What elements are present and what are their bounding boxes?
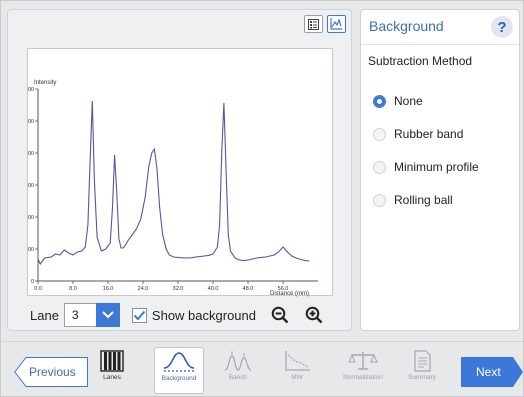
zoom-out-button[interactable]: [270, 305, 290, 325]
y-tick-label: 3200: [28, 215, 34, 221]
x-tick-label: 48.0: [243, 286, 254, 292]
step-summary[interactable]: Summary: [397, 347, 447, 394]
y-tick-label: 0: [31, 279, 34, 285]
radio-label-rubber-band: Rubber band: [394, 127, 464, 141]
radio-button-none[interactable]: [373, 94, 386, 108]
step-mw[interactable]: MW: [272, 347, 322, 394]
intensity-profile-line: [37, 100, 310, 266]
chart-area: Intensity Distance (mm) 0 1600 3200 4800 640…: [27, 48, 333, 297]
radio-label-minimum-profile: Minimum profile: [394, 160, 479, 174]
next-button-label: Next: [476, 365, 501, 379]
y-tick-label: 8000: [28, 119, 34, 125]
x-tick-label: 32.0: [173, 286, 184, 292]
panel-divider: [361, 44, 519, 45]
radio-option-rolling-ball[interactable]: Rolling ball: [373, 191, 453, 209]
radio-button-minimum-profile[interactable]: [373, 160, 386, 174]
zoom-out-icon: [271, 306, 289, 324]
line-chart-icon: [330, 18, 342, 30]
panel-title: Background: [369, 18, 444, 34]
lane-controls: Lane 3 Show background: [30, 302, 324, 328]
mw-icon: [285, 351, 310, 371]
radio-button-rolling-ball[interactable]: [373, 193, 386, 207]
y-tick-label: 9600: [28, 87, 34, 93]
y-tick-label: 6400: [28, 151, 34, 157]
summary-document-icon: [414, 350, 431, 372]
table-view-button[interactable]: [304, 15, 323, 33]
subtraction-method-label: Subtraction Method: [368, 54, 473, 68]
help-button[interactable]: ?: [491, 16, 513, 38]
zoom-in-button[interactable]: [304, 305, 324, 325]
lane-select[interactable]: 3: [63, 303, 120, 327]
x-tick-label: 40.0: [208, 286, 219, 292]
workflow-navigation-bar: Previous Lanes Background Bands MW Norma…: [1, 341, 523, 396]
chart-view-button[interactable]: [327, 15, 346, 33]
app-window: Intensity Distance (mm) 0 1600 3200 4800 640…: [0, 0, 524, 397]
x-tick-label: 0.0: [34, 286, 42, 292]
table-view-icon: [308, 18, 319, 30]
step-bands[interactable]: Bands: [213, 347, 263, 394]
step-normalization[interactable]: Normalization: [338, 347, 388, 394]
chart-panel: Intensity Distance (mm) 0 1600 3200 4800 640…: [7, 9, 352, 331]
step-normalization-label: Normalization: [343, 374, 383, 381]
intensity-profile-chart: Intensity Distance (mm) 0 1600 3200 4800 640…: [28, 80, 318, 297]
step-mw-label: MW: [291, 374, 303, 381]
lane-dropdown-button[interactable]: [95, 303, 120, 327]
step-background[interactable]: Background: [154, 347, 204, 394]
zoom-in-icon: [305, 306, 323, 324]
lane-label: Lane: [30, 307, 59, 323]
show-background-label: Show background: [151, 307, 256, 323]
y-tick-label: 1600: [28, 247, 34, 253]
radio-option-none[interactable]: None: [373, 92, 423, 110]
y-tick-label: 4800: [28, 183, 34, 189]
y-axis-label: Intensity: [34, 80, 56, 86]
next-button[interactable]: Next: [461, 357, 523, 387]
step-lanes[interactable]: Lanes: [87, 347, 137, 394]
bands-icon: [224, 351, 252, 371]
radio-option-rubber-band[interactable]: Rubber band: [373, 125, 463, 143]
background-step-icon: [163, 352, 195, 372]
x-tick-label: 24.0: [138, 286, 149, 292]
lanes-icon: [100, 350, 124, 372]
background-settings-panel: Background ? Subtraction Method None Rub…: [360, 9, 520, 331]
scale-icon: [348, 352, 378, 370]
radio-option-minimum-profile[interactable]: Minimum profile: [373, 158, 479, 176]
x-tick-label: 8.0: [69, 286, 77, 292]
x-tick-label: 16.0: [103, 286, 114, 292]
radio-label-none: None: [394, 94, 423, 108]
step-background-label: Background: [161, 375, 197, 382]
radio-label-rolling-ball: Rolling ball: [394, 193, 453, 207]
x-tick-label: 56.0: [278, 286, 289, 292]
x-axis-label: Distance (mm): [270, 291, 309, 297]
previous-button-label: Previous: [29, 365, 76, 379]
radio-button-rubber-band[interactable]: [373, 127, 386, 141]
previous-button[interactable]: Previous: [14, 357, 88, 387]
lane-select-value: 3: [71, 308, 79, 322]
checkmark-icon: [133, 310, 146, 320]
chevron-down-icon: [102, 311, 114, 319]
show-background-checkbox[interactable]: [131, 307, 147, 323]
step-lanes-label: Lanes: [103, 374, 121, 381]
step-bands-label: Bands: [228, 374, 248, 381]
step-summary-label: Summary: [408, 374, 436, 381]
help-icon: ?: [497, 18, 507, 36]
